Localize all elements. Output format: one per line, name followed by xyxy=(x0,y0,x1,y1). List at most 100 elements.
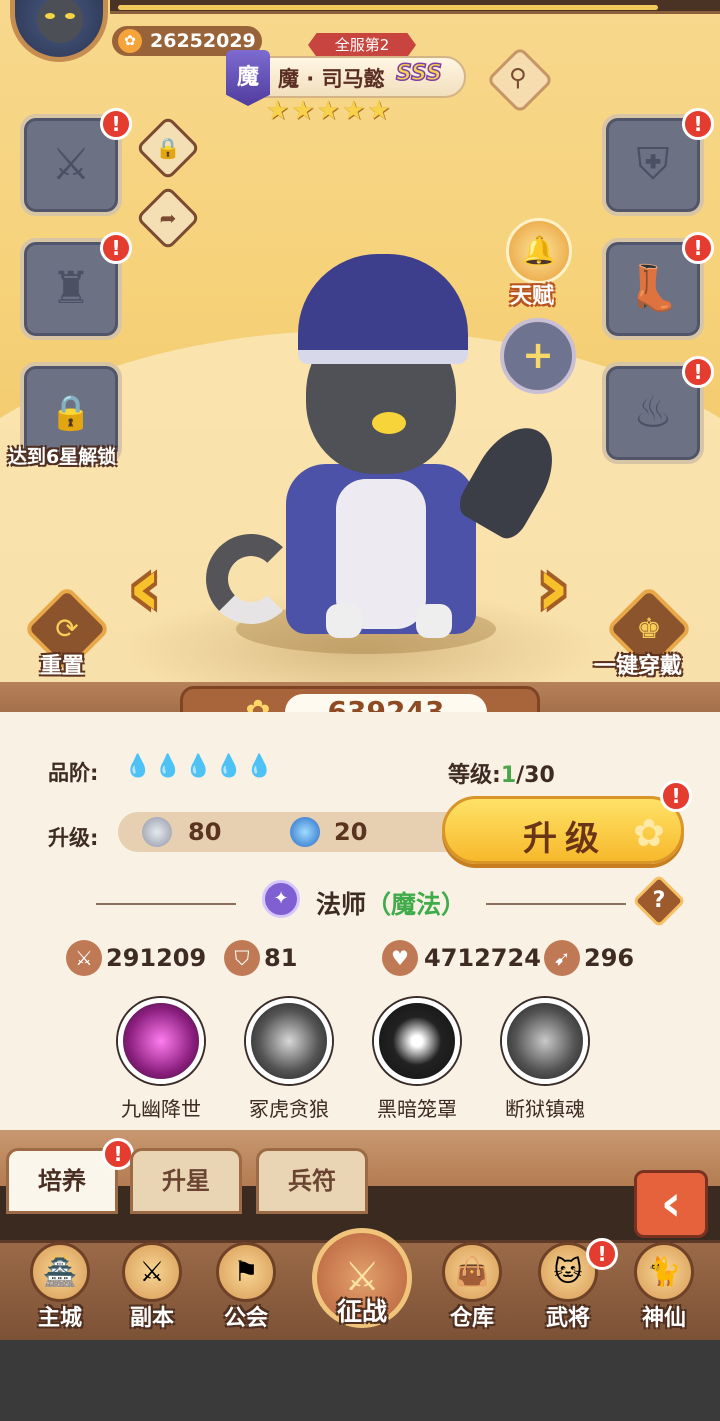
race-badge: 魔 xyxy=(226,50,270,106)
flag-icon: ⚑ xyxy=(216,1242,276,1302)
next-hero-arrow[interactable]: › xyxy=(536,540,570,635)
quality-label: 品阶: xyxy=(48,761,99,785)
level-current: 1 xyxy=(500,763,517,788)
hero-info-panel xyxy=(0,712,720,1144)
unlock-requirement: 达到6星解锁 xyxy=(8,446,117,468)
equip-all-label: 一键穿戴 xyxy=(594,654,683,679)
alert-badge: ! xyxy=(660,780,692,812)
magnifier-icon: ⚲ xyxy=(508,63,527,92)
level-display: 等级:1/30 xyxy=(448,757,555,789)
skill-name-4: 断狱镇魂 xyxy=(505,1097,585,1121)
tab-star-up[interactable]: 升星 xyxy=(130,1148,242,1214)
star-rating: ★ ★ ★ ★ ★ xyxy=(266,98,406,126)
nav-campaign[interactable]: ⚔ 征战 xyxy=(306,1212,418,1340)
defense-value: 81 xyxy=(264,944,298,972)
star-icon: ★ xyxy=(266,96,290,126)
divider-line xyxy=(96,903,236,905)
attack-value: 291209 xyxy=(106,944,207,972)
hero-grade: SSS xyxy=(395,60,442,87)
castle-icon: 🏯 xyxy=(30,1242,90,1302)
nav-guild[interactable]: ⚑ 公会 xyxy=(208,1242,284,1334)
skill-icon-3[interactable] xyxy=(374,998,460,1084)
server-rank-ribbon: 全服第2 xyxy=(308,33,416,57)
hero-class: 法师（魔法） xyxy=(316,885,466,921)
orb-icon xyxy=(290,817,320,847)
avatar-eye xyxy=(65,13,75,19)
drop-icon: 💧 xyxy=(184,754,213,779)
cost-orb-value: 20 xyxy=(334,818,368,846)
level-max: /30 xyxy=(516,763,555,788)
alert-badge: ! xyxy=(100,232,132,264)
boot-icon: ➹ xyxy=(544,940,580,976)
help-icon: ? xyxy=(652,888,666,913)
mage-class-icon: ✦ xyxy=(262,880,300,918)
nav-label: 征战 xyxy=(336,1297,387,1326)
star-icon: ★ xyxy=(291,96,315,126)
nav-label: 公会 xyxy=(223,1306,268,1331)
upgrade-cost-label: 升级: xyxy=(48,826,99,850)
hero-name: 魔 · 司马懿 xyxy=(278,67,385,91)
avatar-eye xyxy=(45,13,55,19)
nav-immortals[interactable]: 🐈 神仙 xyxy=(626,1242,702,1334)
nav-warehouse[interactable]: 👜 仓库 xyxy=(434,1242,510,1334)
hero-foot xyxy=(326,604,362,638)
total-power-value: 26252029 xyxy=(150,30,256,52)
skill-name-3: 黑暗笼罩 xyxy=(377,1097,457,1121)
nav-label: 神仙 xyxy=(641,1306,686,1331)
alert-badge: ! xyxy=(682,356,714,388)
skill-icon-2[interactable] xyxy=(246,998,332,1084)
drop-icon: 💧 xyxy=(154,754,182,779)
shield-icon: ⛉ xyxy=(224,940,260,976)
bag-icon: 👜 xyxy=(442,1242,502,1302)
level-label: 等级: xyxy=(448,763,501,788)
sword-icon: ⚔ xyxy=(66,940,102,976)
paw-icon: ✿ xyxy=(118,29,142,53)
equip-all-button[interactable]: ♚ 一键穿戴 xyxy=(594,585,694,680)
hero-character[interactable] xyxy=(196,244,569,664)
drop-icon: 💧 xyxy=(245,754,274,779)
nav-label: 副本 xyxy=(129,1306,174,1331)
class-type: （魔法） xyxy=(366,890,467,919)
skill-icon-4[interactable] xyxy=(502,998,588,1084)
nav-main-city[interactable]: 🏯 主城 xyxy=(22,1242,98,1334)
paw-icon: ✿ xyxy=(633,811,665,855)
nav-dungeon[interactable]: ⚔ 副本 xyxy=(114,1242,190,1334)
heart-icon: ♥ xyxy=(382,940,418,976)
tab-army-token[interactable]: 兵符 xyxy=(256,1148,368,1214)
star-icon: ★ xyxy=(316,96,340,126)
share-icon: ➦ xyxy=(159,206,177,230)
upgrade-cost-bar: 80 20 xyxy=(118,812,478,852)
coin-icon xyxy=(142,817,172,847)
alert-badge: ! xyxy=(586,1238,618,1270)
skill-icon-1[interactable] xyxy=(118,998,204,1084)
drop-icon: 💧 xyxy=(124,754,152,779)
padlock-icon: 🔒 xyxy=(155,136,181,160)
hero-eye xyxy=(372,412,406,434)
star-icon: ★ xyxy=(341,96,366,126)
nav-label: 主城 xyxy=(37,1306,82,1331)
star-icon: ★ xyxy=(367,96,391,126)
nav-label: 仓库 xyxy=(449,1306,494,1331)
upgrade-button[interactable]: 升级 ✿ xyxy=(442,796,684,864)
cat-face-icon: 🐈 xyxy=(634,1242,694,1302)
tab-cultivate[interactable]: 培养 xyxy=(6,1148,118,1214)
health-value: 4712724 xyxy=(424,944,541,972)
system-bar xyxy=(0,1340,720,1421)
back-button[interactable]: ‹ xyxy=(634,1170,708,1238)
drop-icon: 💧 xyxy=(215,754,243,779)
skill-name-1: 九幽降世 xyxy=(121,1097,201,1121)
hero-hat xyxy=(298,254,468,364)
avatar-face xyxy=(37,0,83,43)
experience-fill xyxy=(118,5,658,10)
quality-drops: 💧 💧 💧 💧 💧 xyxy=(124,754,273,779)
reset-label: 重置 xyxy=(40,654,85,679)
hero-foot xyxy=(416,604,452,638)
class-name: 法师 xyxy=(316,890,367,919)
cost-coin-value: 80 xyxy=(188,818,222,846)
nav-label: 武将 xyxy=(545,1306,590,1331)
prev-hero-arrow[interactable]: ‹ xyxy=(128,540,162,635)
reset-button[interactable]: ⟳ 重置 xyxy=(22,585,112,680)
experience-bar xyxy=(110,0,720,14)
alert-badge: ! xyxy=(100,108,132,140)
sword-icon: ⚔ xyxy=(122,1242,182,1302)
